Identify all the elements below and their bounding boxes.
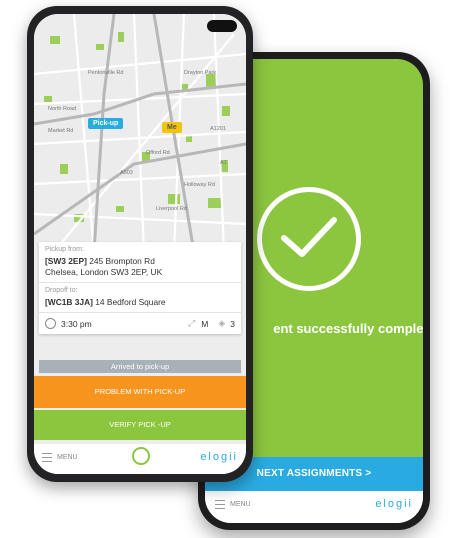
pickup-street: 245 Brompton Rd xyxy=(86,256,155,266)
back-footer: MENU elogii xyxy=(205,491,423,523)
front-phone: North Road Market Rd A503 A1201 Offord R… xyxy=(27,6,253,482)
status-ring-icon[interactable] xyxy=(132,447,150,465)
pickup-city: Chelsea, London SW3 2EP, UK xyxy=(45,267,163,277)
expand-icon: ⤢ xyxy=(188,318,196,328)
status-bar: Arrived to pick-up xyxy=(39,360,241,373)
street-label: North Road xyxy=(48,106,76,112)
clock-icon xyxy=(45,318,56,329)
menu-icon[interactable] xyxy=(42,452,52,462)
street-label: Holloway Rd xyxy=(184,182,215,188)
problem-with-pickup-button[interactable]: PROBLEM WITH PICK-UP xyxy=(34,376,246,408)
pickup-time: 3:30 pm xyxy=(61,318,92,329)
street-label: A503 xyxy=(120,170,133,176)
street-label: Pentonville Rd xyxy=(88,70,123,76)
street-label: Drayton Park xyxy=(184,70,216,76)
layers-icon: ◈ xyxy=(218,318,226,328)
pickup-screen: North Road Market Rd A503 A1201 Offord R… xyxy=(34,14,246,474)
assignment-card: Pickup from: [SW3 2EP] 245 Brompton Rd C… xyxy=(39,242,241,334)
map-view[interactable]: North Road Market Rd A503 A1201 Offord R… xyxy=(34,14,246,252)
pickup-label: Pickup from: xyxy=(45,246,84,253)
camera-notch xyxy=(207,20,237,32)
menu-label[interactable]: MENU xyxy=(230,501,251,508)
street-label: Offord Rd xyxy=(146,150,170,156)
front-footer: MENU elogii xyxy=(34,444,246,474)
pickup-pin[interactable]: Pick-up xyxy=(88,118,124,129)
street-label: Liverpool Rd xyxy=(156,206,187,212)
dropoff-section: Dropoff to: [WC1B 3JA] 14 Bedford Square xyxy=(39,283,241,313)
current-location-pin[interactable]: Me xyxy=(162,122,182,133)
success-check-icon xyxy=(257,187,361,291)
pickup-section: Pickup from: [SW3 2EP] 245 Brompton Rd C… xyxy=(39,242,241,283)
elogii-logo: elogii xyxy=(375,498,413,510)
size-value: M xyxy=(201,318,209,329)
pickup-postcode: [SW3 2EP] xyxy=(45,256,87,266)
verify-pickup-button[interactable]: VERIFY PICK -UP xyxy=(34,410,246,440)
street-label: Market Rd xyxy=(48,128,73,134)
dropoff-postcode: [WC1B 3JA] xyxy=(45,297,93,307)
dropoff-address: [WC1B 3JA] 14 Bedford Square xyxy=(45,297,235,308)
pickup-address: [SW3 2EP] 245 Brompton Rd Chelsea, Londo… xyxy=(45,256,235,278)
assignment-info-row: 3:30 pm ⤢ M ◈ 3 xyxy=(39,313,241,334)
street-label: A1 xyxy=(220,160,227,166)
elogii-logo: elogii xyxy=(200,451,238,463)
item-count: 3 xyxy=(230,318,235,329)
street-label: A1201 xyxy=(210,126,226,132)
menu-label[interactable]: MENU xyxy=(57,454,78,461)
dropoff-label: Dropoff to: xyxy=(45,287,78,294)
menu-icon[interactable] xyxy=(215,499,225,509)
dropoff-street: 14 Bedford Square xyxy=(92,297,166,307)
